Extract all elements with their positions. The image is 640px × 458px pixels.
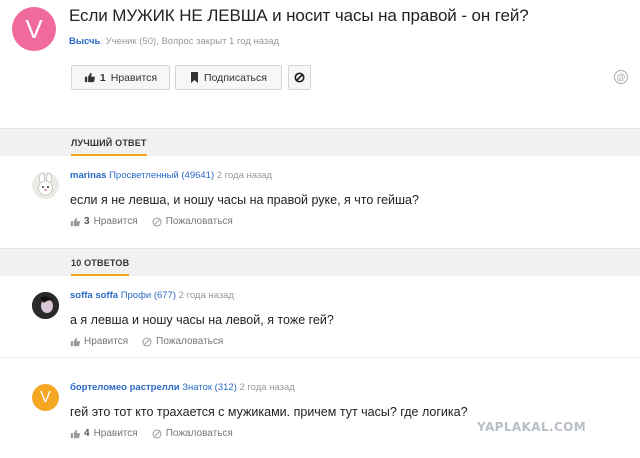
thumbs-up-icon: [70, 337, 80, 346]
answer-text: гей это тот кто трахается с мужиками. пр…: [70, 405, 468, 419]
like-button[interactable]: 1 Нравится: [71, 65, 170, 90]
answer-time: 2 года назад: [216, 170, 273, 181]
photo-avatar-icon: [32, 292, 59, 319]
user-name-link[interactable]: soffa soffa: [70, 290, 118, 301]
thumbs-up-icon: [70, 217, 80, 226]
report-button[interactable]: Пожаловаться: [142, 336, 223, 347]
answer-item: V бортеломео растрелли Знаток (312) 2 го…: [0, 368, 640, 458]
question-meta-text: . Ученик (50), Вопрос закрыт 1 год назад: [100, 36, 280, 47]
user-rank[interactable]: Знаток (312): [182, 382, 237, 393]
best-answer-label: ЛУЧШИЙ ОТВЕТ: [71, 138, 147, 156]
answer-actions: 4 Нравится Пожаловаться: [70, 428, 233, 439]
subscribe-button[interactable]: Подписаться: [175, 65, 282, 90]
share-icon[interactable]: @: [614, 70, 628, 84]
answer-actions: 3 Нравится Пожаловаться: [70, 216, 233, 227]
user-rank[interactable]: Просветленный (49641): [109, 170, 214, 181]
like-count: 1: [99, 71, 106, 84]
answer-like-label: Нравится: [84, 336, 129, 347]
block-button[interactable]: [288, 65, 311, 90]
user-rank[interactable]: Профи (677): [121, 290, 176, 301]
answer-like-count: 4: [84, 428, 90, 439]
report-label: Пожаловаться: [165, 428, 233, 439]
answer-header: marinas Просветленный (49641) 2 года наз…: [70, 170, 272, 181]
bunny-avatar-icon: [38, 172, 53, 196]
asker-name-link[interactable]: Высчь: [69, 36, 100, 47]
answer-like-label: Нравится: [93, 216, 138, 227]
answer-like-button[interactable]: Нравится: [70, 336, 128, 347]
report-label: Пожаловаться: [165, 216, 233, 227]
answers-header: 10 ОТВЕТОВ: [0, 248, 640, 276]
best-answer-header: ЛУЧШИЙ ОТВЕТ: [0, 128, 640, 156]
answer-time: 2 года назад: [178, 290, 234, 301]
report-label: Пожаловаться: [156, 336, 224, 347]
answer-text: а я левша и ношу часы на левой, я тоже г…: [70, 313, 334, 327]
like-label: Нравится: [110, 71, 158, 84]
user-name-link[interactable]: marinas: [70, 170, 106, 181]
report-icon: [152, 428, 162, 439]
user-avatar[interactable]: [32, 172, 59, 199]
watermark: YAPLAKAL.COM: [477, 420, 587, 434]
question-title: Если МУЖИК НЕ ЛЕВША и носит часы на прав…: [69, 6, 529, 25]
answer-like-button[interactable]: 4 Нравится: [70, 428, 138, 439]
answer-like-label: Нравится: [93, 428, 138, 439]
answer-item: marinas Просветленный (49641) 2 года наз…: [0, 156, 640, 248]
user-name-link[interactable]: бортеломео растрелли: [70, 382, 180, 393]
block-icon: [294, 72, 305, 83]
report-icon: [142, 336, 152, 347]
thumbs-up-icon: [84, 72, 95, 83]
answers-count-label: 10 ОТВЕТОВ: [71, 258, 130, 276]
answer-header: бортеломео растрелли Знаток (312) 2 года…: [70, 382, 295, 393]
subscribe-label: Подписаться: [204, 71, 267, 84]
asker-avatar[interactable]: V: [12, 7, 56, 51]
report-button[interactable]: Пожаловаться: [152, 428, 233, 439]
bookmark-icon: [191, 72, 199, 83]
answer-like-count: 3: [84, 216, 90, 227]
answer-header: soffa soffa Профи (677) 2 года назад: [70, 290, 234, 301]
answer-text: если я не левша, и ношу часы на правой р…: [70, 193, 419, 207]
user-avatar[interactable]: [32, 292, 59, 319]
answer-time: 2 года назад: [239, 382, 295, 393]
answer-item: soffa soffa Профи (677) 2 года назад а я…: [0, 276, 640, 358]
user-avatar[interactable]: V: [32, 384, 59, 411]
question-block: V Если МУЖИК НЕ ЛЕВША и носит часы на пр…: [0, 0, 640, 128]
answer-like-button[interactable]: 3 Нравится: [70, 216, 138, 227]
report-button[interactable]: Пожаловаться: [152, 216, 233, 227]
answer-actions: Нравится Пожаловаться: [70, 336, 223, 347]
report-icon: [152, 216, 162, 227]
question-meta: Высчь. Ученик (50), Вопрос закрыт 1 год …: [69, 36, 279, 47]
thumbs-up-icon: [70, 429, 80, 438]
